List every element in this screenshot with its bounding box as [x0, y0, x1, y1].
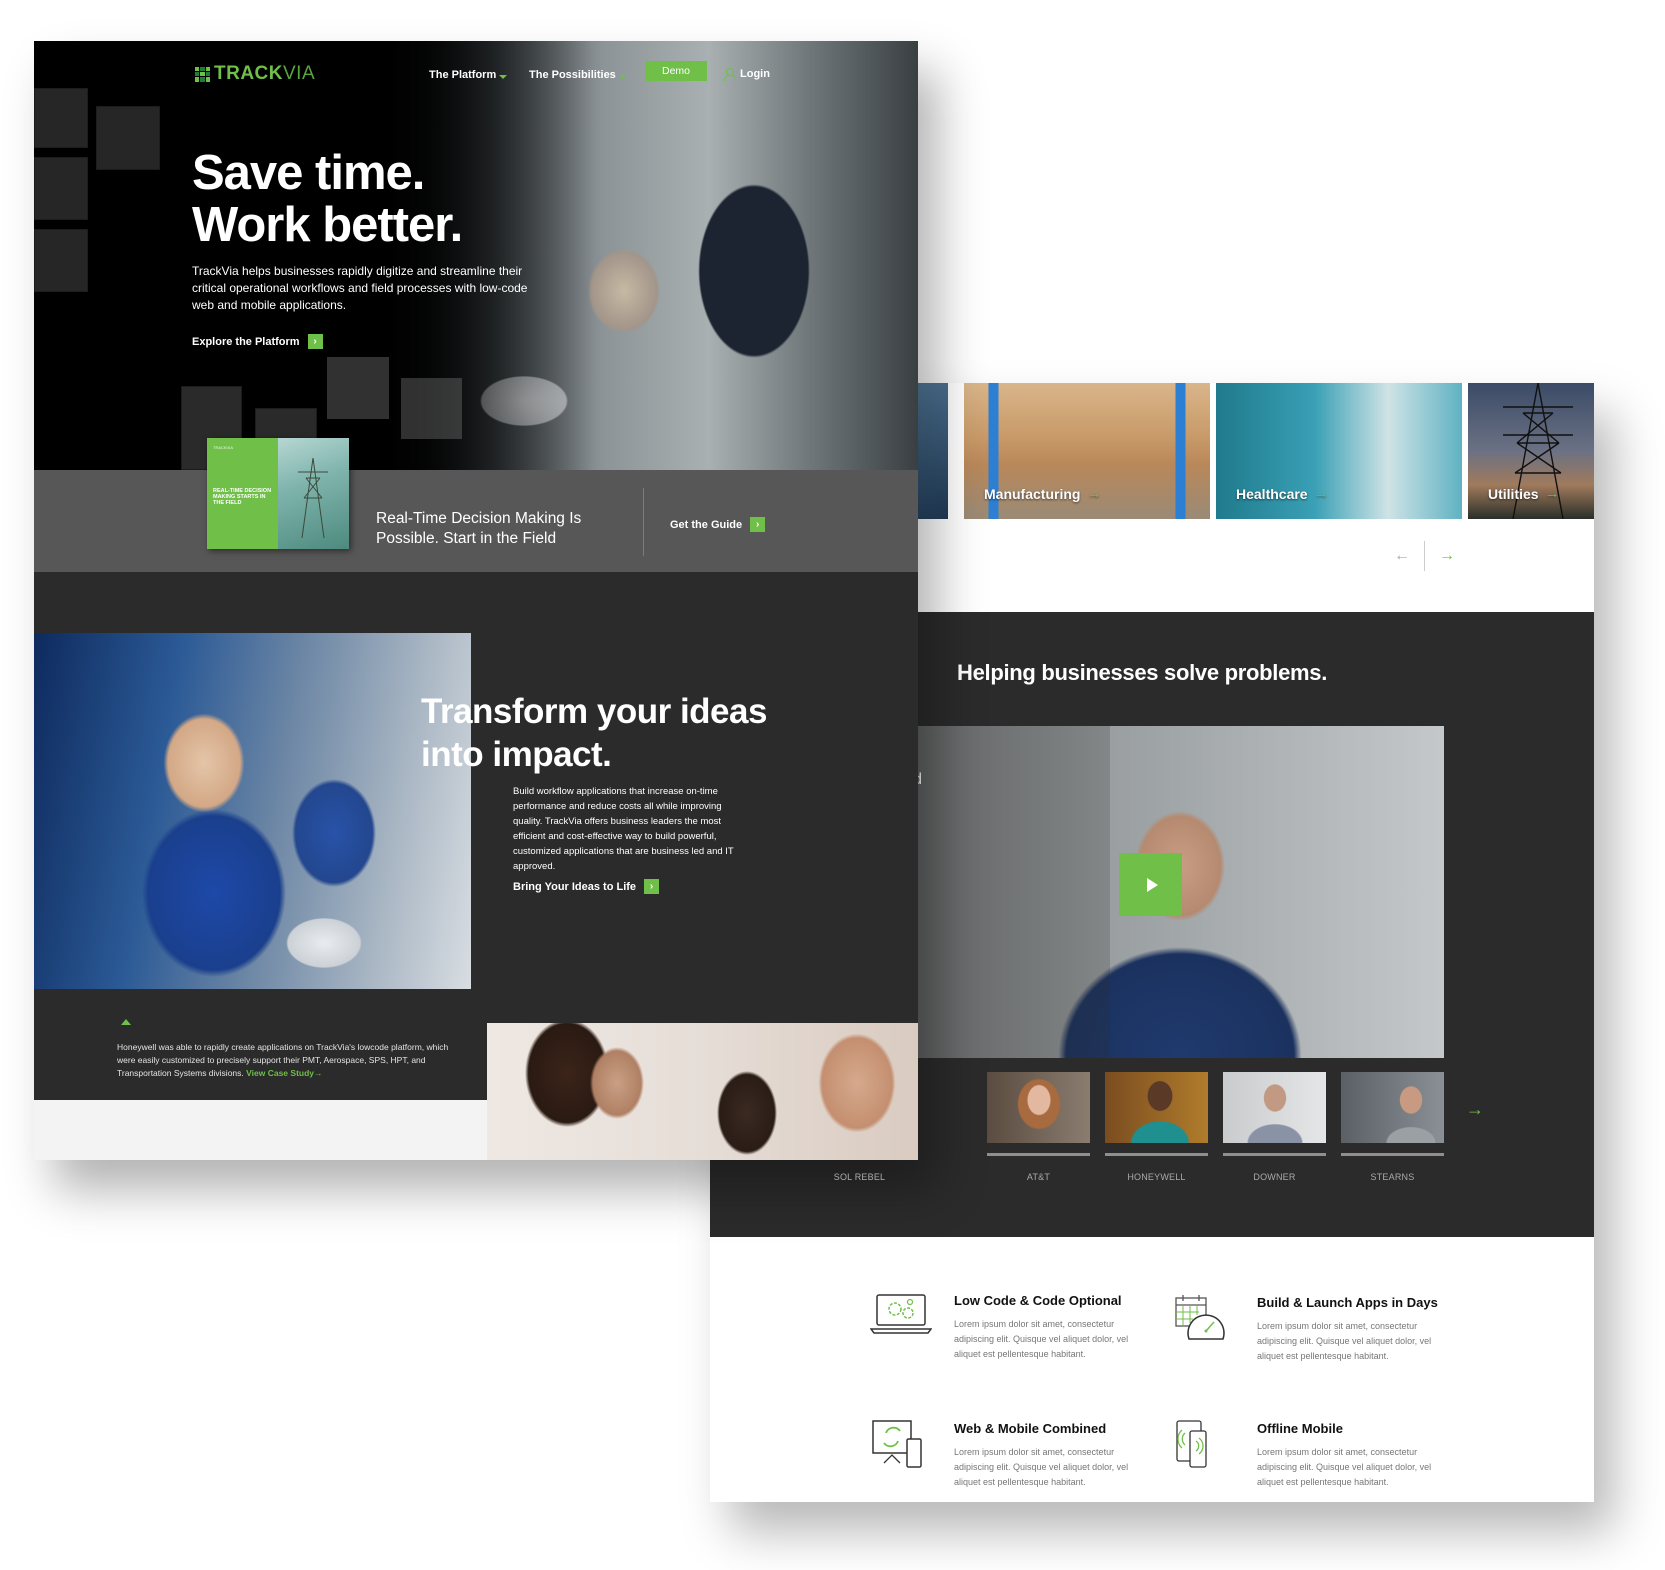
nav-label: The Possibilities — [529, 69, 616, 81]
industry-tile-utilities[interactable]: Utilities → — [1468, 383, 1594, 519]
power-tower-icon — [298, 458, 328, 538]
progress-bar — [1223, 1153, 1326, 1156]
trackvia-logo[interactable]: TRACKVIA — [195, 63, 315, 85]
arrow-left-icon[interactable]: ← — [1380, 547, 1424, 565]
industry-label: Healthcare — [1236, 485, 1308, 502]
user-icon — [724, 68, 736, 81]
cover-brand: TRACKVIA — [213, 445, 234, 450]
arrow-right-icon: → — [1086, 485, 1102, 502]
carousel-pager: ← → — [1380, 541, 1469, 571]
thumbnail-image — [1105, 1072, 1208, 1143]
industry-label: Utilities — [1488, 485, 1539, 502]
get-the-guide-link[interactable]: Get the Guide › — [670, 517, 766, 532]
guide-headline: Real-Time Decision Making Is Possible. S… — [376, 510, 582, 547]
industry-tile-healthcare[interactable]: Healthcare → — [1216, 383, 1462, 519]
feature-description: Lorem ipsum dolor sit amet, consectetur … — [954, 1319, 1129, 1359]
login-label: Login — [740, 68, 770, 80]
play-icon — [1146, 877, 1158, 892]
cta-label: Explore the Platform — [192, 335, 300, 348]
tablet-phone-signal-icon — [1176, 1420, 1207, 1468]
thumb-label: SOL REBEL — [833, 1172, 886, 1182]
thumbnail-image — [987, 1072, 1090, 1143]
decorative-square — [327, 357, 389, 419]
feature-title: Low Code & Code Optional — [954, 1293, 1122, 1308]
cta-label: Get the Guide — [670, 518, 743, 531]
chevron-right-icon: › — [307, 334, 323, 349]
demo-button[interactable]: Demo — [645, 61, 707, 81]
caret-down-icon — [618, 74, 627, 79]
decorative-square — [96, 106, 160, 170]
arrow-right-icon[interactable]: → — [1425, 547, 1469, 565]
cover-title: REAL-TIME DECISION MAKING STARTS IN THE … — [213, 488, 272, 506]
progress-bar — [987, 1153, 1090, 1156]
thumb-label: DOWNER — [1253, 1172, 1296, 1182]
feature-title: Offline Mobile — [1257, 1421, 1343, 1436]
decorative-square — [34, 157, 88, 220]
play-button[interactable] — [1119, 853, 1182, 916]
arrow-right-icon: → — [1544, 485, 1560, 502]
nav-the-possibilities[interactable]: The Possibilities — [529, 69, 627, 81]
cta-label: Bring Your Ideas to Life — [513, 880, 637, 893]
feature-title: Build & Launch Apps in Days — [1257, 1295, 1438, 1310]
nav-label: The Platform — [429, 69, 497, 81]
transform-title: Transform your ideas into impact. — [421, 692, 767, 774]
thumb-downer[interactable]: DOWNER — [1223, 1072, 1326, 1182]
team-image — [487, 1023, 918, 1160]
bring-ideas-link[interactable]: Bring Your Ideas to Life › — [513, 879, 660, 894]
decorative-square — [34, 229, 88, 292]
feature-description: Lorem ipsum dolor sit amet, consectetur … — [1257, 1321, 1432, 1361]
calendar-speedometer-icon — [1175, 1295, 1225, 1340]
feature-description: Lorem ipsum dolor sit amet, consectetur … — [954, 1447, 1129, 1487]
feature-title: Web & Mobile Combined — [954, 1421, 1107, 1436]
case-study-summary: Honeywell was able to rapidly create app… — [117, 1041, 457, 1080]
monitor-phone-sync-icon — [872, 1420, 922, 1468]
hero-section: TRACKVIA The Platform The Possibilities … — [34, 41, 918, 470]
nav-the-platform[interactable]: The Platform — [429, 69, 508, 81]
divider — [643, 488, 644, 556]
testimonials-title: Helping businesses solve problems. — [957, 660, 1328, 685]
feature-description: Lorem ipsum dolor sit amet, consectetur … — [1257, 1447, 1432, 1487]
explore-platform-link[interactable]: Explore the Platform › — [192, 334, 323, 349]
decorative-square — [401, 378, 462, 439]
thumb-att[interactable]: AT&T — [987, 1072, 1090, 1182]
logo-text-bold: TRACK — [214, 63, 283, 84]
thumb-honeywell[interactable]: HONEYWELL — [1105, 1072, 1208, 1182]
industry-tile-manufacturing[interactable]: Manufacturing → — [964, 383, 1210, 519]
arrow-right-icon[interactable]: → — [1466, 1099, 1484, 1120]
top-nav: TRACKVIA The Platform The Possibilities … — [34, 61, 918, 91]
thumb-label: HONEYWELL — [1127, 1172, 1186, 1182]
caret-down-icon — [499, 74, 508, 79]
page-mockup-primary: TRACKVIA The Platform The Possibilities … — [34, 41, 918, 1160]
chevron-right-icon: › — [644, 879, 660, 894]
thumb-label: STEARNS — [1370, 1172, 1415, 1182]
thumbnail-image — [1341, 1072, 1444, 1143]
decorative-square — [34, 88, 88, 148]
hero-description: TrackVia helps businesses rapidly digiti… — [192, 264, 528, 312]
guide-cover-image[interactable]: TRACKVIA REAL-TIME DECISION MAKING START… — [207, 438, 349, 549]
progress-bar — [1341, 1153, 1444, 1156]
arrow-right-icon: → — [1313, 485, 1329, 502]
caret-up-icon — [121, 1019, 131, 1025]
logo-text-light: VIA — [283, 63, 316, 84]
features-section: Low Code & Code Optional Lorem ipsum dol… — [710, 1237, 1594, 1502]
transform-description: Build workflow applications that increas… — [513, 786, 734, 872]
view-case-study-link[interactable]: View Case Study→ — [246, 1068, 322, 1078]
login-link[interactable]: Login — [724, 68, 770, 81]
laptop-gears-icon — [870, 1294, 932, 1334]
logo-grid-icon — [195, 66, 210, 82]
thumbnail-image — [1223, 1072, 1326, 1143]
hero-title: Save time. Work better. — [192, 146, 463, 252]
thumb-label: AT&T — [1026, 1172, 1051, 1182]
thumb-stearns[interactable]: STEARNS — [1341, 1072, 1444, 1182]
chevron-right-icon: › — [750, 517, 766, 532]
factory-workers-image — [34, 633, 471, 989]
progress-bar — [1105, 1153, 1208, 1156]
industry-label: Manufacturing — [984, 485, 1081, 502]
